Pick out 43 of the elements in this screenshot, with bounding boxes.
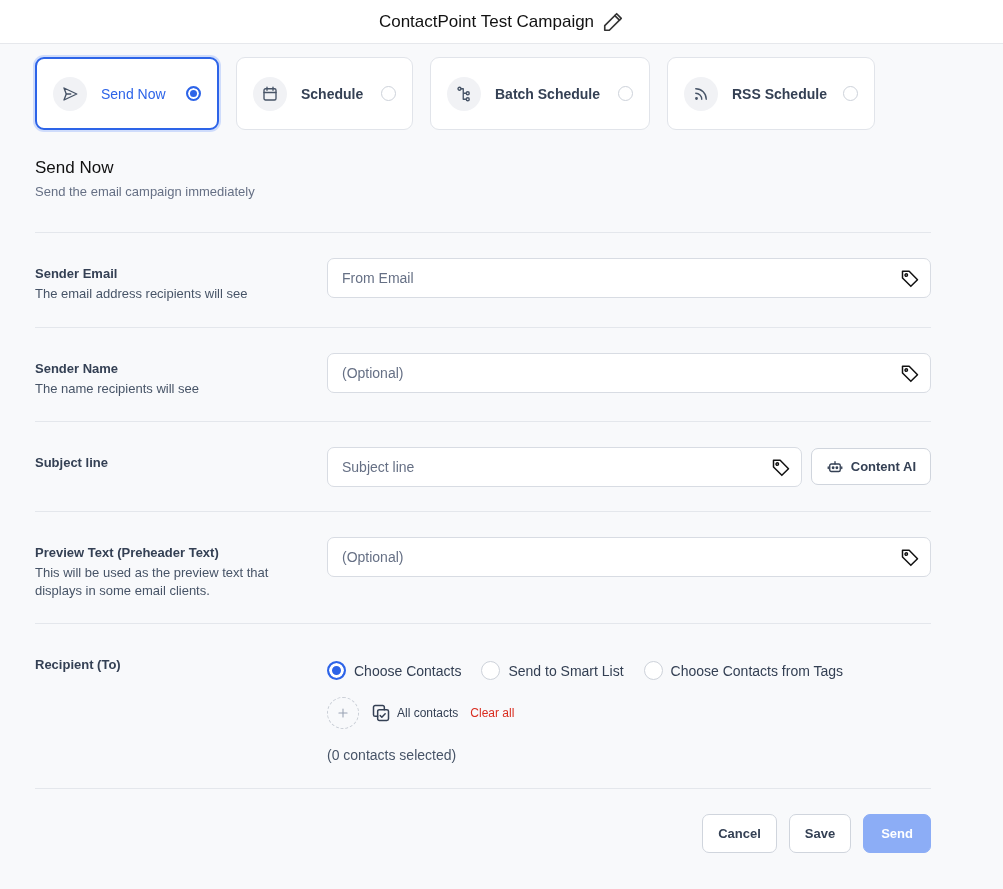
selected-count: (0 contacts selected) [327,747,458,764]
field-label: Sender Email [35,266,119,281]
pencil-icon [602,10,625,33]
campaign-title: ContactPoint Test Campaign [378,11,595,32]
text-field[interactable]: From Email [327,258,931,298]
text-field[interactable]: (Optional) [327,537,931,578]
content-ai-button[interactable]: Content AI [810,448,931,486]
option-label: Send Now [101,85,167,102]
field-label: Sender Name [35,360,120,376]
field-description: This will be used as the preview text that displays in some email clients. [35,564,270,600]
all-contacts-label: All contacts [397,706,459,721]
text-field[interactable]: (Optional) [327,352,931,393]
schedule-option-card[interactable]: Batch Schedule [430,57,650,130]
tag-icon [900,268,920,288]
schedule-option-card[interactable]: Send Now [35,57,219,130]
option-label: Schedule [301,85,365,102]
checklist-icon [371,703,391,724]
section-subtitle: Send the email campaign immediately [35,184,256,199]
radio-button[interactable] [186,86,201,101]
field-label: Preview Text (Preheader Text) [35,545,220,561]
option-label: Batch Schedule [495,85,602,102]
text-field[interactable]: Subject line [327,447,802,488]
radio-button[interactable] [327,661,346,681]
radio-label[interactable]: Choose Contacts from Tags [670,662,844,679]
radio-label[interactable]: Send to Smart List [508,662,624,679]
tag-icon [900,547,920,568]
action-button[interactable]: Save [788,814,852,854]
schedule-option-card[interactable]: Schedule [236,57,413,130]
action-button[interactable]: Cancel [702,814,777,854]
radio-label[interactable]: Choose Contacts [354,662,462,679]
field-description: The name recipients will see [35,379,201,398]
field-description: The email address recipients will see [35,285,249,303]
calendar-icon [261,84,279,103]
plus-icon [336,706,350,721]
field-label: Subject line [35,455,109,471]
branch-icon [455,84,473,103]
send-icon [61,84,79,103]
schedule-option-card[interactable]: RSS Schedule [667,57,875,130]
field-label: Recipient (To) [35,657,122,673]
clear-all-link[interactable]: Clear all [470,706,515,721]
option-label: RSS Schedule [732,85,828,102]
tag-icon [770,457,791,478]
section-title: Send Now [35,158,115,178]
